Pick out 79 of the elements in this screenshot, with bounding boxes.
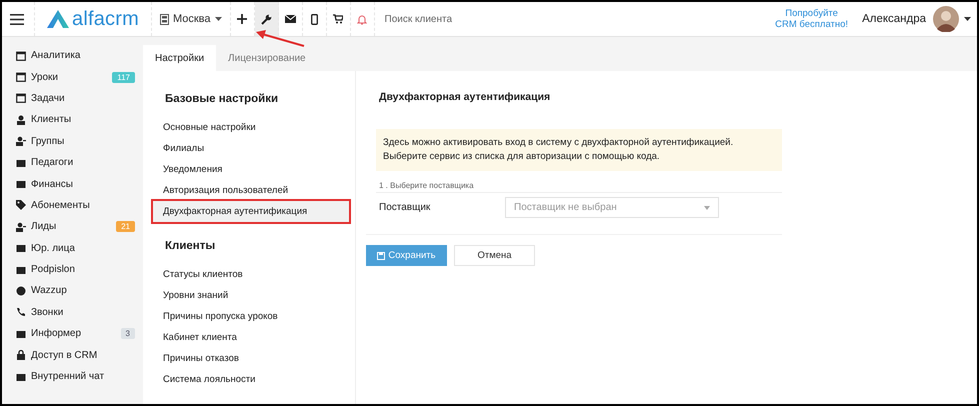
sidebar-item[interactable]: Аналитика <box>2 45 143 66</box>
sidebar-item[interactable]: Wazzup <box>2 280 143 302</box>
caret-icon <box>704 206 710 210</box>
user-icon <box>16 114 26 125</box>
floppy-icon <box>377 252 386 260</box>
building-icon <box>160 14 169 24</box>
sidebar-item[interactable]: Финансы <box>2 173 143 195</box>
sidebar-label: Группы <box>31 136 64 147</box>
caret-icon <box>214 17 222 21</box>
sidebar-label: Аналитика <box>31 50 80 62</box>
plus-icon <box>237 14 248 24</box>
tab[interactable]: Лицензирование <box>216 45 318 71</box>
phone-icon <box>310 14 318 24</box>
sidebar-item[interactable]: Клиенты <box>2 109 143 131</box>
step-label: 1 . Выберите поставщика <box>376 181 782 193</box>
sidebar-item[interactable]: Podpislon <box>2 258 143 280</box>
sidebar-item[interactable]: Абонементы <box>2 194 143 216</box>
avatar-icon[interactable] <box>933 6 959 32</box>
count-badge: 21 <box>116 221 135 232</box>
sidebar-label: Задачи <box>31 92 65 104</box>
info-notice: Здесь можно активировать вход в систему с двухфакторной аутентификацией. Выберите сервис из списка для авторизации с помощью кода. <box>376 129 782 171</box>
settings-menu-item[interactable]: Уведомления <box>153 159 349 180</box>
settings-menu-item[interactable]: Филиалы <box>153 138 349 159</box>
settings-menu-item[interactable]: Двухфакторная аутентификация <box>153 201 349 222</box>
tag-icon <box>16 200 26 210</box>
annotation-arrow <box>256 28 306 48</box>
sidebar-label: Лиды <box>31 221 56 232</box>
sidebar-item[interactable]: Юр. лица <box>2 238 143 259</box>
sidebar-label: Абонементы <box>31 200 90 211</box>
section-title: Клиенты <box>165 240 216 252</box>
sidebar-label: Внутренний чат <box>31 371 104 382</box>
cart-icon <box>333 14 344 24</box>
sidebar-item[interactable]: Задачи <box>2 88 143 110</box>
cancel-button[interactable]: Отмена <box>454 245 535 266</box>
settings-menu-item[interactable]: Кабинет клиента <box>153 327 349 348</box>
useradd-icon <box>16 222 26 232</box>
field-label: Поставщик <box>378 202 432 213</box>
sidebar-item[interactable]: Звонки <box>2 302 143 324</box>
sidebar-label: Wazzup <box>31 285 67 296</box>
section-title: Базовые настройки <box>165 93 280 105</box>
settings-menu-item[interactable]: Система лояльности <box>153 369 349 390</box>
wrench-icon <box>260 14 272 24</box>
sidebar-label: Клиенты <box>31 114 72 126</box>
wrench-button[interactable] <box>254 2 279 36</box>
phone-icon <box>16 307 26 318</box>
sidebar-label: Финансы <box>31 178 73 190</box>
menu-icon[interactable] <box>10 14 24 24</box>
sidebar-label: Уроки <box>31 72 58 83</box>
sidebar-label: Юр. лица <box>31 242 75 254</box>
logo-icon <box>47 10 69 28</box>
sidebar-label: Педагоги <box>31 157 74 168</box>
settings-menu-item[interactable]: Статусы клиентов <box>153 264 349 285</box>
settings-menu-item[interactable]: Причины пропуска уроков <box>153 306 349 327</box>
sidebar-item[interactable]: Доступ в CRM <box>2 344 143 366</box>
promo-link[interactable]: Попробуйте CRM бесплатно! <box>775 8 848 30</box>
users-icon <box>16 136 26 146</box>
sidebar-item[interactable]: Информер 3 <box>2 323 143 344</box>
settings-menu-item[interactable]: Причины отказов <box>153 348 349 369</box>
lock-icon <box>16 350 26 360</box>
user-name[interactable]: Александра <box>862 13 926 25</box>
sidebar-item[interactable]: Педагоги <box>2 152 143 174</box>
sidebar-item[interactable]: Группы <box>2 130 143 152</box>
sidebar-label: Звонки <box>31 306 64 318</box>
count-badge: 117 <box>112 72 135 83</box>
sidebar-item[interactable]: Лиды 21 <box>2 216 143 238</box>
page-title: Двухфакторная аутентификация <box>379 91 552 103</box>
sidebar-label: Доступ в CRM <box>31 350 98 361</box>
caret-icon[interactable] <box>964 17 971 21</box>
calendar-icon <box>16 72 26 82</box>
count-badge: 3 <box>120 328 135 340</box>
settings-menu-item[interactable]: Основные настройки <box>153 117 349 138</box>
sidebar-label: Podpislon <box>31 264 75 276</box>
settings-menu-item[interactable]: Авторизация пользователей <box>153 180 349 201</box>
bell-icon <box>357 14 368 24</box>
sidebar-label: Информер <box>31 328 82 340</box>
sidebar-item[interactable]: Уроки 117 <box>2 66 143 88</box>
tab[interactable]: Настройки <box>143 45 216 71</box>
settings-menu-item[interactable]: Уровни знаний <box>153 285 349 306</box>
sidebar-item[interactable]: Внутренний чат <box>2 366 143 388</box>
